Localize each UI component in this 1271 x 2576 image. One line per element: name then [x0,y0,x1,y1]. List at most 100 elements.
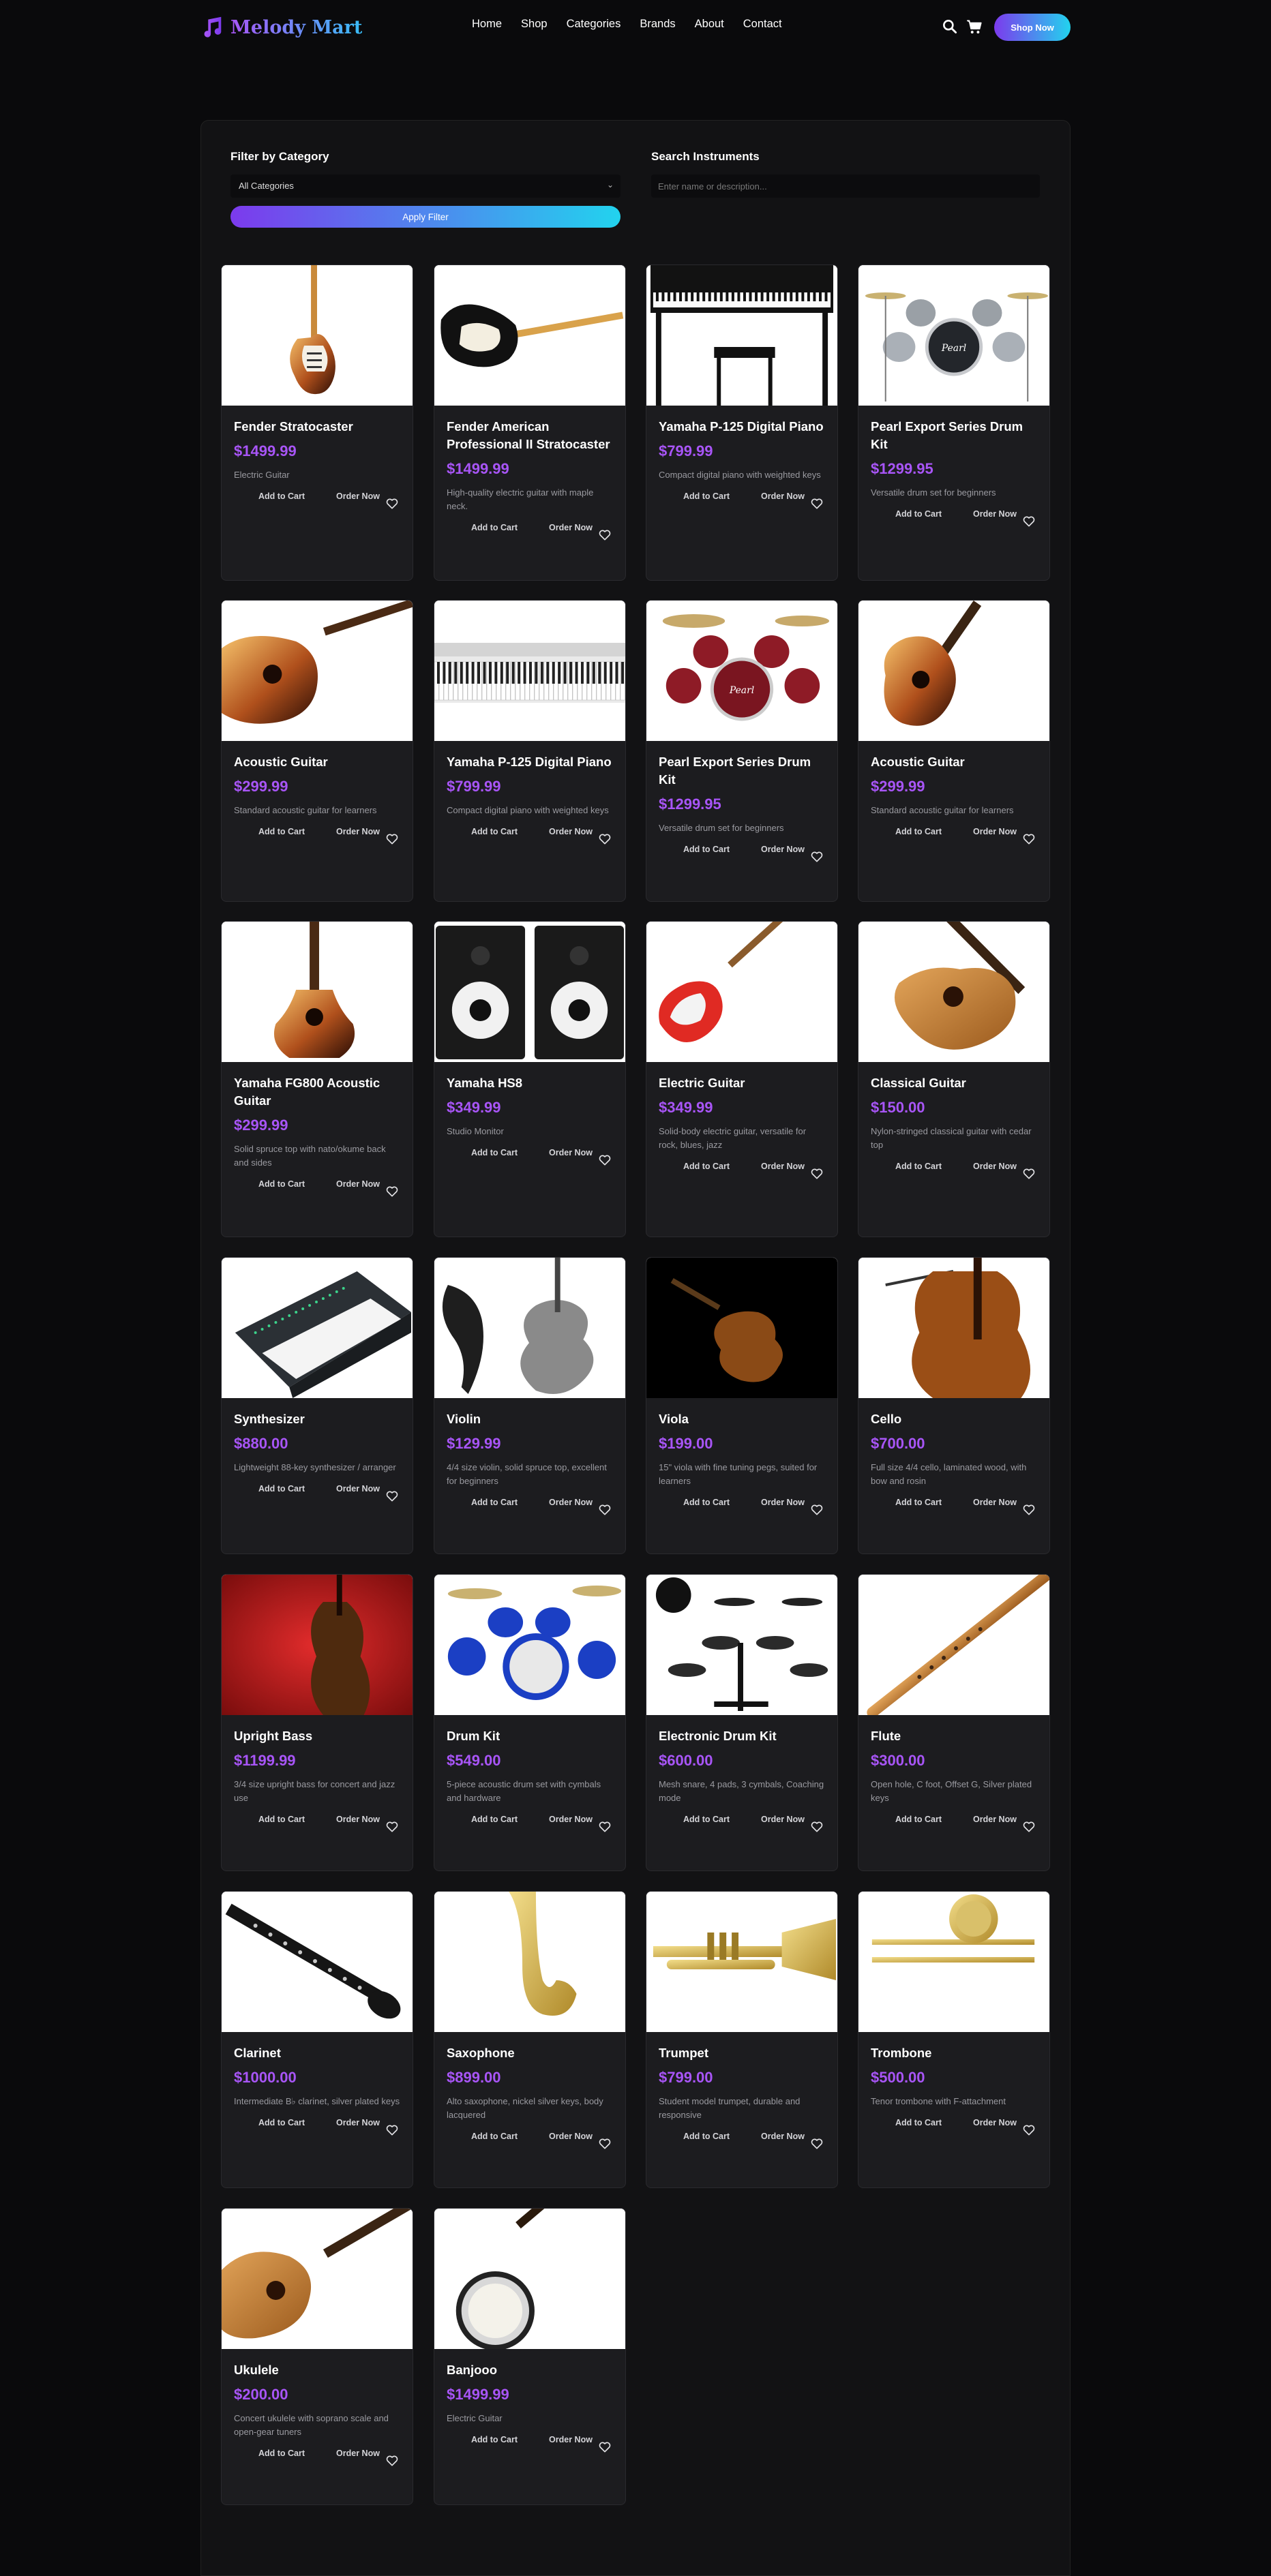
order-now-button[interactable]: Order Now [968,2118,1022,2128]
nav-link-home[interactable]: Home [472,18,502,31]
product-image[interactable] [222,601,413,741]
heart-icon[interactable] [385,1489,399,1503]
order-now-button[interactable]: Order Now [543,523,598,533]
product-card[interactable]: Trombone $500.00 Tenor trombone with F-a… [858,1891,1050,2188]
product-image[interactable] [646,922,837,1062]
heart-icon[interactable] [810,1820,824,1834]
add-to-cart-button[interactable]: Add to Cart [467,2435,522,2445]
heart-icon[interactable] [1022,1167,1036,1181]
product-card[interactable]: Fender American Professional II Stratoca… [434,264,626,581]
add-to-cart-button[interactable]: Add to Cart [254,1484,309,1494]
product-card[interactable]: Trumpet $799.00 Student model trumpet, d… [646,1891,838,2188]
add-to-cart-button[interactable]: Add to Cart [679,491,734,502]
product-image[interactable] [646,265,837,406]
add-to-cart-button[interactable]: Add to Cart [891,1498,946,1508]
heart-icon[interactable] [598,1153,612,1167]
product-card[interactable]: Pearl Pearl Export Series Drum Kit $1299… [858,264,1050,581]
product-image[interactable] [222,265,413,406]
product-card[interactable]: Clarinet $1000.00 Intermediate B♭ clarin… [221,1891,413,2188]
order-now-button[interactable]: Order Now [756,2132,810,2142]
order-now-button[interactable]: Order Now [543,2132,598,2142]
heart-icon[interactable] [385,2123,399,2137]
search-input[interactable] [651,175,1040,198]
product-card[interactable]: Yamaha P-125 Digital Piano $799.99 Compa… [434,600,626,902]
product-card[interactable]: Viola $199.00 15" viola with fine tuning… [646,1257,838,1554]
order-now-button[interactable]: Order Now [331,2449,385,2459]
order-now-button[interactable]: Order Now [968,1162,1022,1172]
product-image[interactable] [222,1258,413,1398]
product-card[interactable]: Acoustic Guitar $299.99 Standard acousti… [221,600,413,902]
product-image[interactable]: Pearl [858,265,1049,406]
apply-filter-button[interactable]: Apply Filter [230,206,620,228]
heart-icon[interactable] [385,2454,399,2468]
heart-icon[interactable] [1022,1820,1036,1834]
product-image[interactable] [858,922,1049,1062]
heart-icon[interactable] [810,1503,824,1517]
product-card[interactable]: Violin $129.99 4/4 size violin, solid sp… [434,1257,626,1554]
heart-icon[interactable] [598,832,612,846]
product-image[interactable] [434,1892,625,2032]
heart-icon[interactable] [1022,832,1036,846]
product-image[interactable] [858,601,1049,741]
heart-icon[interactable] [598,528,612,542]
product-card[interactable]: Yamaha HS8 $349.99 Studio Monitor Add to… [434,921,626,1237]
add-to-cart-button[interactable]: Add to Cart [467,827,522,837]
order-now-button[interactable]: Order Now [756,845,810,855]
order-now-button[interactable]: Order Now [543,1498,598,1508]
heart-icon[interactable] [810,850,824,864]
product-card[interactable]: Synthesizer $880.00 Lightweight 88-key s… [221,1257,413,1554]
add-to-cart-button[interactable]: Add to Cart [679,845,734,855]
order-now-button[interactable]: Order Now [331,2118,385,2128]
product-image[interactable]: Pearl [646,601,837,741]
add-to-cart-button[interactable]: Add to Cart [467,1148,522,1158]
product-image[interactable] [222,1892,413,2032]
order-now-button[interactable]: Order Now [543,827,598,837]
order-now-button[interactable]: Order Now [543,1815,598,1825]
order-now-button[interactable]: Order Now [968,1815,1022,1825]
order-now-button[interactable]: Order Now [543,1148,598,1158]
product-card[interactable]: Upright Bass $1199.99 3/4 size upright b… [221,1574,413,1871]
add-to-cart-button[interactable]: Add to Cart [254,2118,309,2128]
product-image[interactable] [858,1258,1049,1398]
product-card[interactable]: Classical Guitar $150.00 Nylon-stringed … [858,921,1050,1237]
product-card[interactable]: Pearl Pearl Export Series Drum Kit $1299… [646,600,838,902]
add-to-cart-button[interactable]: Add to Cart [679,1815,734,1825]
order-now-button[interactable]: Order Now [756,1815,810,1825]
heart-icon[interactable] [598,1503,612,1517]
product-card[interactable]: Fender Stratocaster $1499.99 Electric Gu… [221,264,413,581]
product-image[interactable] [646,1258,837,1398]
add-to-cart-button[interactable]: Add to Cart [679,2132,734,2142]
product-image[interactable] [434,1575,625,1715]
nav-link-contact[interactable]: Contact [743,18,782,31]
order-now-button[interactable]: Order Now [756,1498,810,1508]
heart-icon[interactable] [598,1820,612,1834]
add-to-cart-button[interactable]: Add to Cart [679,1498,734,1508]
add-to-cart-button[interactable]: Add to Cart [467,523,522,533]
order-now-button[interactable]: Order Now [331,491,385,502]
heart-icon[interactable] [385,497,399,511]
shop-now-button[interactable]: Shop Now [994,14,1071,41]
nav-link-about[interactable]: About [695,18,724,31]
heart-icon[interactable] [385,1820,399,1834]
heart-icon[interactable] [598,2137,612,2151]
search-icon[interactable] [941,18,959,35]
order-now-button[interactable]: Order Now [331,1815,385,1825]
heart-icon[interactable] [810,2137,824,2151]
add-to-cart-button[interactable]: Add to Cart [254,1179,309,1189]
order-now-button[interactable]: Order Now [968,1498,1022,1508]
heart-icon[interactable] [598,2440,612,2454]
order-now-button[interactable]: Order Now [543,2435,598,2445]
add-to-cart-button[interactable]: Add to Cart [891,509,946,519]
heart-icon[interactable] [1022,2123,1036,2137]
product-card[interactable]: Cello $700.00 Full size 4/4 cello, lamin… [858,1257,1050,1554]
product-card[interactable]: Yamaha P-125 Digital Piano $799.99 Compa… [646,264,838,581]
add-to-cart-button[interactable]: Add to Cart [891,1162,946,1172]
product-image[interactable] [434,922,625,1062]
product-image[interactable] [222,1575,413,1715]
product-image[interactable] [434,2209,625,2349]
product-card[interactable]: Drum Kit $549.00 5-piece acoustic drum s… [434,1574,626,1871]
order-now-button[interactable]: Order Now [331,827,385,837]
product-image[interactable] [858,1892,1049,2032]
product-image[interactable] [434,265,625,406]
add-to-cart-button[interactable]: Add to Cart [467,1498,522,1508]
